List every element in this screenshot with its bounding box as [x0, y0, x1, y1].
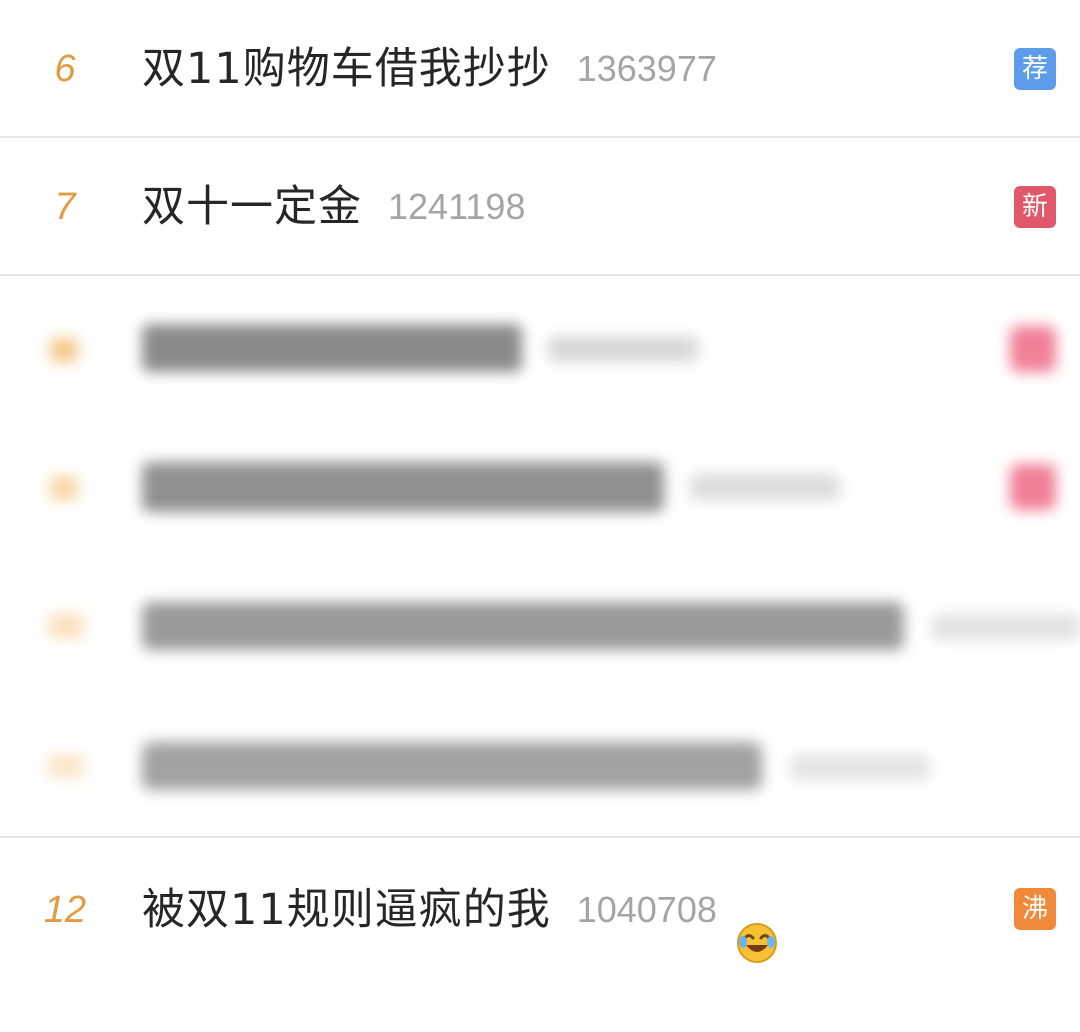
divider	[0, 274, 1080, 276]
new-badge: 新	[1014, 186, 1056, 228]
heat-count: 1363977	[576, 48, 717, 89]
hot-badge: 沸	[1014, 888, 1056, 930]
trending-item-blurred[interactable]	[0, 278, 1080, 418]
topic-title[interactable]: 双十一定金	[142, 138, 362, 276]
blurred-content	[48, 602, 1080, 650]
topic: 双十一定金 1241198	[142, 138, 525, 276]
trending-item-blurred[interactable]	[0, 558, 1080, 698]
trending-item-blurred[interactable]	[0, 418, 1080, 558]
rank-number: 12	[43, 889, 87, 931]
topic-title[interactable]: 被双11规则逼疯的我	[142, 838, 551, 982]
topic: 被双11规则逼疯的我 1040708	[142, 844, 779, 975]
trending-item[interactable]: 12 被双11规则逼疯的我 1040708 沸	[0, 838, 1080, 969]
topic-title[interactable]: 双11购物车借我抄抄	[142, 0, 551, 138]
trending-list: 6 双11购物车借我抄抄 1363977 荐 7 双十一定金 1241198 新	[0, 0, 1080, 969]
heat-count: 1241198	[388, 186, 526, 227]
laughing-crying-emoji-icon	[735, 888, 779, 963]
recommend-badge: 荐	[1014, 48, 1056, 90]
rank-number: 7	[54, 186, 76, 228]
trending-item[interactable]: 6 双11购物车借我抄抄 1363977 荐	[0, 0, 1080, 138]
topic: 双11购物车借我抄抄 1363977	[142, 0, 717, 138]
blurred-content	[50, 462, 1056, 512]
heat-count: 1040708	[576, 888, 717, 930]
trending-item[interactable]: 7 双十一定金 1241198 新	[0, 138, 1080, 276]
rank-number: 6	[54, 48, 76, 90]
trending-item-blurred[interactable]	[0, 698, 1080, 838]
blurred-content	[48, 742, 930, 790]
blurred-content	[50, 324, 1056, 372]
